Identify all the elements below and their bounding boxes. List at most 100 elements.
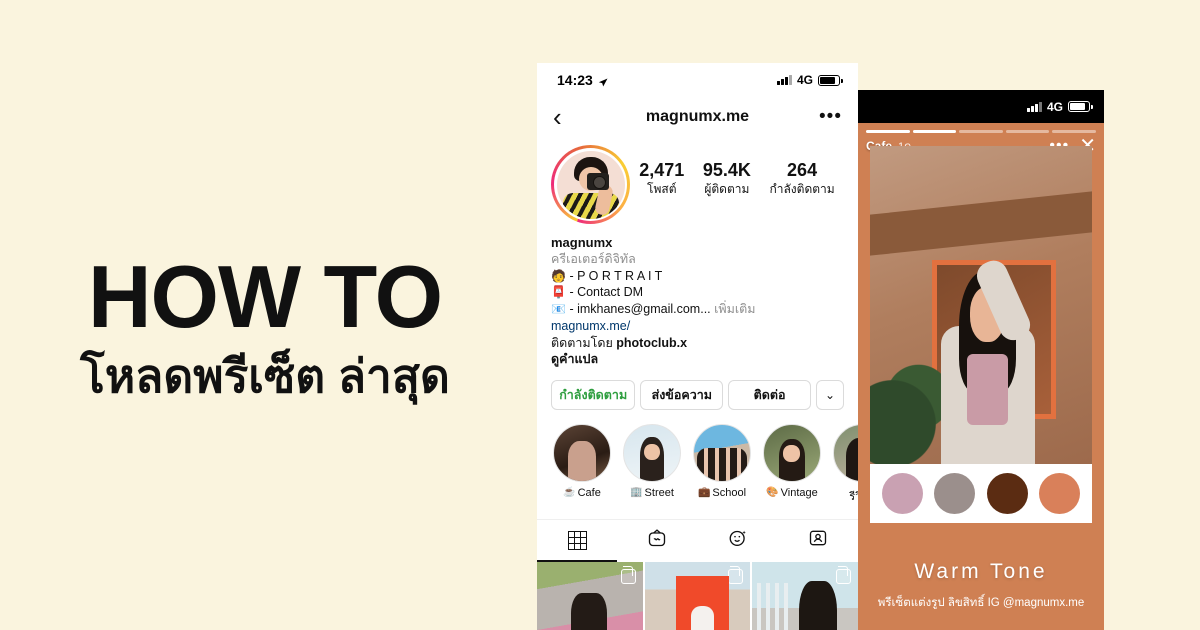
- status-left: 14:23: [557, 72, 608, 88]
- bio-more-link[interactable]: เพิ่มเติม: [714, 302, 755, 316]
- color-swatch-4: [1039, 473, 1081, 514]
- more-options-button[interactable]: •••: [816, 107, 842, 127]
- carousel-icon: [836, 565, 852, 584]
- preset-subtitle: พรีเซ็ตแต่งรูป ลิขสิทธิ์ IG @magnumx.me: [877, 597, 1085, 609]
- highlight-item[interactable]: รีวิวมี: [833, 423, 858, 505]
- highlight-item[interactable]: 🎨 Vintage: [763, 423, 821, 505]
- followed-by-prefix: ติดตามโดย: [551, 335, 617, 350]
- highlight-item[interactable]: ☕ Cafe: [553, 423, 611, 505]
- building-emoji-icon: 🏢: [630, 487, 643, 499]
- stat-posts[interactable]: 2,471 โพสต์: [639, 159, 684, 197]
- profile-stats: 2,471 โพสต์ 95.4K ผู้ติดตาม 264 กำลังติด…: [630, 145, 844, 197]
- network-label: 4G: [1046, 99, 1063, 114]
- profile-tab-bar: [537, 518, 858, 562]
- location-arrow-icon: [598, 75, 608, 87]
- tab-tagged[interactable]: [778, 520, 858, 562]
- briefcase-emoji-icon: 💼: [697, 487, 711, 499]
- stat-followers-value: 95.4K: [702, 160, 751, 180]
- highlight-cover: [693, 423, 751, 482]
- preset-caption: Warm Tone พรีเซ็ตแต่งรูป ลิขสิทธิ์ IG @m…: [858, 560, 1104, 612]
- profile-username-title: magnumx.me: [645, 108, 750, 125]
- stat-followers-label: ผู้ติดตาม: [704, 181, 750, 196]
- followed-by-user[interactable]: photoclub.x: [616, 336, 687, 350]
- highlight-label: 💼 School: [693, 487, 751, 499]
- photo-scene: [870, 146, 1092, 464]
- stat-followers[interactable]: 95.4K ผู้ติดตาม: [703, 159, 751, 197]
- bio-line-1-text: - P O R T R A I T: [569, 268, 663, 283]
- highlight-cover: [623, 423, 681, 482]
- tab-grid[interactable]: [537, 520, 618, 562]
- bio-category: ครีเอเตอร์ดิจิทัล: [551, 252, 636, 267]
- bio-line-2: 📮 - Contact DM: [551, 284, 844, 301]
- story-progress-bars: [858, 123, 1104, 133]
- highlight-item[interactable]: 💼 School: [693, 423, 751, 505]
- page-subtitle: โหลดพรีเซ็ต ล่าสุด: [80, 350, 450, 403]
- post-thumb-1[interactable]: [537, 561, 643, 630]
- highlight-label: รีวิวมี: [833, 487, 858, 505]
- contact-button[interactable]: ติดต่อ: [728, 379, 811, 410]
- email-emoji-icon: 📧: [551, 302, 566, 317]
- highlight-cover: [553, 423, 611, 482]
- stat-posts-value: 2,471: [639, 160, 685, 180]
- preset-title: Warm Tone: [914, 560, 1048, 583]
- battery-icon: [818, 74, 843, 86]
- tagged-person-icon: [808, 528, 828, 553]
- highlight-item[interactable]: 🏢 Street: [623, 423, 681, 505]
- highlight-label-text: Street: [644, 486, 674, 499]
- back-button[interactable]: ‹: [553, 104, 579, 130]
- story-progress-segment: [959, 130, 1003, 133]
- profile-header-row: 2,471 โพสต์ 95.4K ผู้ติดตาม 264 กำลังติด…: [537, 137, 858, 224]
- bio-website-link[interactable]: magnumx.me/: [551, 318, 844, 335]
- coffee-emoji-icon: ☕: [563, 487, 576, 499]
- post-thumb-3[interactable]: [752, 561, 858, 630]
- tab-effects[interactable]: [698, 520, 778, 562]
- color-swatch-2: [934, 473, 976, 514]
- page-title: HOW TO: [87, 247, 443, 346]
- highlight-label-text: รีวิวมี: [849, 490, 858, 503]
- carousel-icon: [620, 565, 636, 584]
- highlight-label: 🏢 Street: [623, 487, 681, 499]
- story-progress-segment: [866, 130, 910, 133]
- message-button[interactable]: ส่งข้อความ: [640, 379, 724, 410]
- avatar-story-ring[interactable]: [551, 145, 630, 224]
- carousel-icon: [728, 565, 744, 584]
- followed-by-row: ติดตามโดย photoclub.x: [551, 335, 844, 352]
- story-progress-segment: [912, 130, 957, 133]
- stat-following-label: กำลังติดตาม: [769, 181, 835, 196]
- stat-following-value: 264: [787, 160, 818, 180]
- tab-igtv[interactable]: [617, 520, 697, 562]
- palette-emoji-icon: 🎨: [766, 487, 779, 499]
- bio-line-1: 🧑 - P O R T R A I T: [551, 268, 844, 285]
- highlight-label: 🎨 Vintage: [763, 487, 821, 499]
- signal-bars-icon: [777, 75, 792, 85]
- story-status-bar: 4G: [858, 90, 1104, 123]
- chevron-down-icon[interactable]: ⌄: [816, 379, 844, 410]
- phone-profile-mockup: 14:23 4G ‹ magnumx.me ••• 2,471 โพสต์ 95…: [537, 63, 858, 630]
- color-swatch-row: [870, 464, 1092, 523]
- bio-line-3: 📧 - imkhanes@gmail.com... เพิ่มเติม: [551, 301, 844, 318]
- profile-action-buttons: กำลังติดตาม ส่งข้อความ ติดต่อ ⌄: [537, 368, 858, 410]
- see-translation-link[interactable]: ดูคำแปล: [551, 351, 844, 368]
- status-bar: 14:23 4G: [537, 63, 858, 97]
- highlight-label-text: Cafe: [577, 486, 601, 499]
- profile-navbar: ‹ magnumx.me •••: [537, 97, 858, 137]
- network-label: 4G: [796, 73, 813, 87]
- phone-story-mockup: 4G Cafe 1ด ••• ✕: [858, 90, 1104, 630]
- avatar-inner: [554, 148, 627, 221]
- status-time: 14:23: [557, 72, 593, 88]
- status-right: 4G: [777, 73, 843, 87]
- bio-display-name: magnumx: [551, 235, 613, 250]
- highlight-cover: [763, 423, 821, 482]
- posts-grid: [537, 561, 858, 630]
- bio-line-2-text: - Contact DM: [569, 285, 644, 300]
- photo-subject: [937, 256, 1039, 464]
- post-thumb-2[interactable]: [644, 561, 751, 630]
- mailbox-emoji-icon: 📮: [551, 285, 566, 300]
- following-button[interactable]: กำลังติดตาม: [551, 379, 636, 410]
- battery-icon: [1068, 101, 1093, 112]
- grid-icon: [567, 531, 587, 551]
- stat-following[interactable]: 264 กำลังติดตาม: [769, 159, 834, 197]
- signal-bars-icon: [1027, 101, 1042, 112]
- story-progress-segment: [1005, 130, 1050, 133]
- canvas: HOW TO โหลดพรีเซ็ต ล่าสุด 14:23 4G ‹ mag…: [0, 0, 1200, 630]
